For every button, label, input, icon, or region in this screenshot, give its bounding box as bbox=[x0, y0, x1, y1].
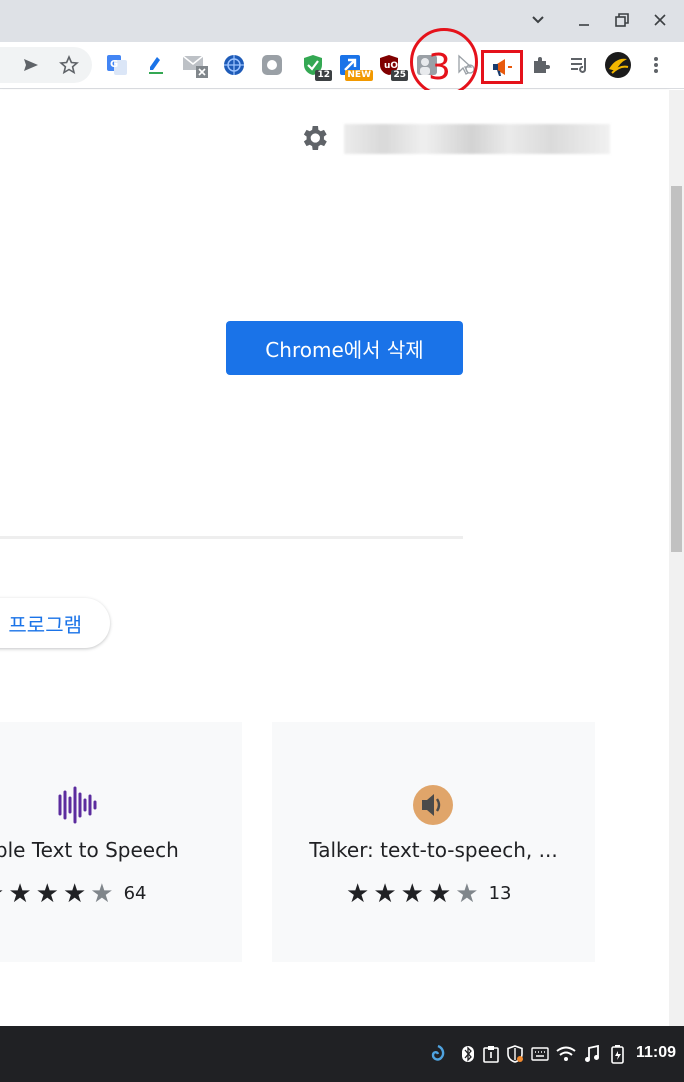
send-tab-icon[interactable] bbox=[18, 52, 44, 78]
card-title: Talker: text-to-speech, ... bbox=[309, 838, 558, 862]
gray-extension-icon[interactable] bbox=[259, 52, 285, 78]
music-note-icon[interactable] bbox=[582, 1044, 602, 1064]
app-tray-icon[interactable] bbox=[428, 1044, 448, 1064]
more-menu-icon[interactable] bbox=[643, 52, 669, 78]
battery-icon[interactable] bbox=[608, 1044, 628, 1064]
star-full-icon: ★ bbox=[35, 877, 59, 908]
svg-text:G: G bbox=[110, 59, 118, 70]
taskbar: 11:09 bbox=[0, 1026, 684, 1082]
star-full-icon: ★ bbox=[8, 877, 32, 908]
pen-extension-icon[interactable] bbox=[143, 52, 169, 78]
card-title: nple Text to Speech bbox=[0, 838, 179, 862]
minimize-button[interactable] bbox=[572, 8, 596, 32]
star-rating: ★ ★ ★ ★ ★ 13 bbox=[346, 878, 511, 908]
step-number-label: 3 bbox=[428, 47, 451, 88]
related-extension-card[interactable]: Talker: text-to-speech, ... ★ ★ ★ ★ ★ 13 bbox=[272, 722, 595, 962]
rating-count: 64 bbox=[123, 882, 147, 904]
tab-search-icon[interactable] bbox=[526, 8, 550, 32]
browser-toolbar: G 12 NEW uO 25 3 bbox=[0, 28, 684, 96]
star-full-icon: ★ bbox=[0, 878, 4, 909]
page-header bbox=[0, 90, 669, 186]
ublock-icon[interactable]: uO 25 bbox=[376, 52, 408, 81]
section-divider bbox=[0, 536, 463, 539]
extension-badge: 25 bbox=[391, 70, 408, 81]
extension-detail-content: Chrome에서 삭제 프로그램 nple Text to Speech ★ ★… bbox=[0, 186, 669, 1026]
keyboard-icon[interactable] bbox=[530, 1044, 550, 1064]
extension-badge: 12 bbox=[315, 70, 332, 81]
star-full-icon: ★ bbox=[62, 877, 87, 908]
google-translate-icon[interactable]: G bbox=[104, 52, 130, 78]
wifi-icon[interactable] bbox=[556, 1044, 576, 1064]
scrollbar-thumb[interactable] bbox=[671, 186, 682, 552]
related-extension-card[interactable]: nple Text to Speech ★ ★ ★ ★ ★ 64 bbox=[0, 722, 242, 962]
bookmark-star-icon[interactable] bbox=[56, 52, 82, 78]
account-email-redacted bbox=[344, 124, 610, 154]
megaphone-extension-icon[interactable] bbox=[489, 54, 515, 80]
star-full-icon: ★ bbox=[373, 877, 397, 908]
rating-count: 13 bbox=[488, 882, 512, 904]
star-full-icon: ★ bbox=[400, 877, 424, 908]
security-shield-icon[interactable] bbox=[505, 1044, 525, 1064]
mail-checker-icon[interactable] bbox=[182, 52, 208, 78]
remove-from-chrome-button[interactable]: Chrome에서 삭제 bbox=[226, 321, 463, 375]
clipboard-icon[interactable] bbox=[481, 1044, 501, 1064]
waveform-icon bbox=[58, 784, 100, 826]
speaker-icon bbox=[412, 784, 454, 826]
star-empty-icon: ★ bbox=[455, 877, 479, 908]
extensions-puzzle-icon[interactable] bbox=[528, 52, 554, 78]
globe-extension-icon[interactable] bbox=[221, 52, 247, 78]
page-scrollbar[interactable] bbox=[669, 90, 684, 1026]
profile-avatar[interactable] bbox=[604, 51, 632, 79]
close-button[interactable] bbox=[648, 8, 672, 32]
category-pill[interactable]: 프로그램 bbox=[0, 598, 110, 648]
star-full-icon: ★ bbox=[346, 877, 370, 908]
restore-button[interactable] bbox=[610, 8, 634, 32]
star-rating: ★ ★ ★ ★ ★ 64 bbox=[0, 878, 146, 908]
media-queue-icon[interactable] bbox=[566, 52, 592, 78]
star-full-icon: ★ bbox=[427, 877, 452, 908]
extension-badge: NEW bbox=[345, 70, 373, 81]
settings-gear-icon[interactable] bbox=[298, 122, 330, 154]
star-empty-icon: ★ bbox=[90, 877, 114, 908]
title-bar bbox=[0, 0, 684, 42]
shield-check-icon[interactable]: 12 bbox=[300, 52, 332, 81]
bluetooth-icon[interactable] bbox=[458, 1044, 478, 1064]
system-clock[interactable]: 11:09 bbox=[636, 1044, 676, 1062]
arrow-extension-icon[interactable]: NEW bbox=[337, 52, 373, 81]
